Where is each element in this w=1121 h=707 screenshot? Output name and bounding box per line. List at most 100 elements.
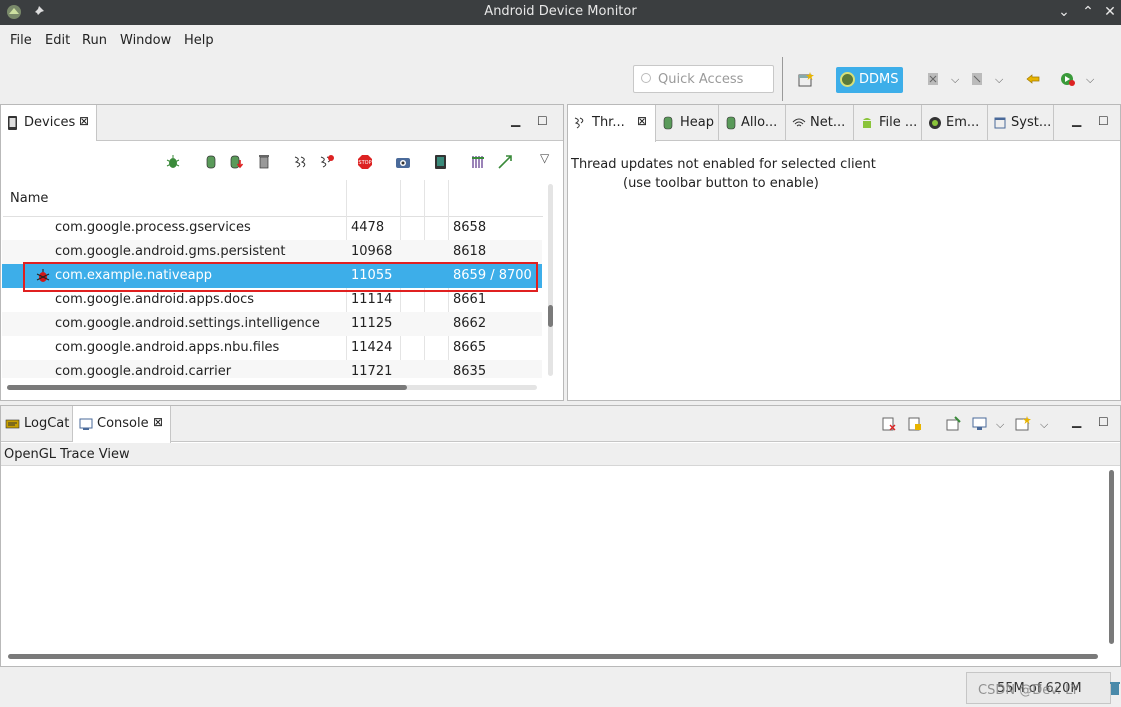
systrace-icon[interactable] (471, 154, 487, 170)
allocation-icon (726, 116, 736, 130)
pin-console-icon[interactable] (945, 416, 961, 432)
threads-panel: Thr... ⊠ Heap Allo... Net... File ... Em… (567, 104, 1121, 401)
threads-icon (574, 117, 584, 129)
chevron-down-icon[interactable]: ⌵ (1086, 73, 1094, 87)
open-perspective-icon[interactable] (798, 72, 814, 88)
open-console-icon[interactable] (1015, 416, 1031, 432)
run-icon[interactable] (1060, 71, 1076, 87)
process-name: com.google.process.gservices (55, 220, 251, 235)
android-icon (863, 118, 871, 128)
tab-devices-label: Devices (24, 115, 76, 130)
table-row[interactable]: com.google.android.gms.persistent 10968 … (2, 240, 542, 264)
table-row[interactable]: com.google.android.apps.nbu.files 11424 … (2, 336, 542, 360)
main-toolbar: Quick Access DDMS ⌵ ⌵ ⌵ (0, 55, 1121, 103)
clear-console-icon[interactable] (881, 416, 897, 432)
tab-emulator-control[interactable]: Em... (922, 105, 988, 141)
minimize-panel-icon[interactable]: ▁ (1072, 414, 1081, 428)
vertical-scrollbar-track[interactable] (548, 184, 553, 376)
menu-file[interactable]: File (10, 33, 32, 48)
maximize-panel-icon[interactable]: ☐ (1098, 114, 1109, 128)
cause-gc-icon[interactable] (256, 154, 272, 170)
system-info-icon (994, 117, 1006, 129)
console-icon (79, 418, 93, 430)
screen-capture-icon[interactable] (395, 154, 411, 170)
quick-access-input[interactable]: Quick Access (633, 65, 774, 93)
maximize-window-button[interactable]: ⌃ (1079, 3, 1097, 21)
process-port: 8665 (453, 340, 487, 355)
close-icon[interactable]: ⊠ (79, 114, 89, 128)
tab-console[interactable]: Console ⊠ (73, 406, 171, 443)
close-icon[interactable]: ⊠ (153, 415, 163, 429)
start-method-profiling-icon[interactable] (319, 154, 335, 170)
update-threads-icon[interactable] (293, 154, 309, 170)
maximize-panel-icon[interactable]: ☐ (537, 114, 548, 128)
chevron-down-icon[interactable]: ⌵ (951, 73, 959, 87)
menu-help[interactable]: Help (184, 33, 214, 48)
maximize-panel-icon[interactable]: ☐ (1098, 415, 1109, 429)
ddms-perspective-button[interactable]: DDMS (836, 67, 903, 93)
process-port: 8658 (453, 220, 487, 235)
debug-tool-icon[interactable] (926, 71, 942, 87)
tab-allocation[interactable]: Allo... (718, 105, 786, 141)
process-pid: 11721 (351, 364, 393, 378)
tab-label: Syst... (1011, 115, 1052, 130)
toolbar-separator (782, 57, 783, 101)
tab-label: Allo... (741, 115, 778, 130)
process-port: 8661 (453, 292, 487, 307)
console-title-bar: OpenGL Trace View (1, 443, 1120, 466)
window-title: Android Device Monitor (484, 4, 637, 19)
column-header-name: Name (10, 191, 49, 206)
quick-access-placeholder: Quick Access (658, 72, 744, 87)
minimize-window-button[interactable]: ⌄ (1055, 3, 1073, 21)
process-name: com.google.android.carrier (55, 364, 232, 378)
view-menu-icon[interactable]: ▽ (540, 151, 549, 165)
minimize-panel-icon[interactable]: ▁ (511, 113, 520, 127)
chevron-down-icon[interactable]: ⌵ (996, 418, 1004, 432)
display-console-icon[interactable] (972, 416, 988, 432)
dump-view-hierarchy-icon[interactable] (433, 154, 449, 170)
tab-network[interactable]: Net... (786, 105, 854, 141)
table-row[interactable]: com.google.android.settings.intelligence… (2, 312, 542, 336)
watermark: CSDN @Dev. LY (978, 683, 1079, 698)
close-icon[interactable]: ⊠ (637, 114, 647, 128)
search-icon (641, 73, 651, 83)
ddms-label: DDMS (859, 72, 899, 87)
logcat-icon (5, 419, 20, 429)
horizontal-scrollbar[interactable] (8, 654, 1098, 659)
dump-hprof-icon[interactable] (229, 154, 245, 170)
tab-system-information[interactable]: Syst... (988, 105, 1054, 141)
opengl-trace-icon[interactable] (497, 154, 513, 170)
debug-tool-2-icon[interactable] (970, 71, 986, 87)
process-port: 8618 (453, 244, 487, 259)
update-heap-icon[interactable] (203, 154, 219, 170)
table-row[interactable]: com.google.process.gservices 4478 8658 (2, 216, 542, 240)
vertical-scrollbar[interactable] (1109, 470, 1114, 644)
tab-label: LogCat (24, 416, 70, 431)
devices-tab-row: Devices ⊠ ▁ ☐ (1, 105, 563, 142)
status-bar: 55M of 620M (0, 668, 1121, 707)
scroll-lock-icon[interactable] (907, 416, 923, 432)
vertical-scrollbar[interactable] (548, 305, 553, 327)
menu-run[interactable]: Run (82, 33, 107, 48)
menu-edit[interactable]: Edit (45, 33, 70, 48)
menu-window[interactable]: Window (120, 33, 171, 48)
process-pid: 10968 (351, 244, 393, 259)
device-icon (8, 116, 17, 130)
console-panel: LogCat Console ⊠ ⌵ ⌵ ▁ ☐ OpenGL Trace Vi… (0, 405, 1121, 667)
minimize-panel-icon[interactable]: ▁ (1072, 113, 1081, 127)
tab-label: File ... (879, 115, 918, 130)
tab-file-explorer[interactable]: File ... (854, 105, 922, 141)
back-arrow-icon[interactable] (1025, 71, 1041, 87)
table-row[interactable]: com.google.android.carrier 11721 8635 (2, 360, 542, 378)
tab-label: Console (97, 416, 149, 431)
chevron-down-icon[interactable]: ⌵ (995, 73, 1003, 87)
horizontal-scrollbar[interactable] (7, 385, 407, 390)
tab-devices[interactable]: Devices ⊠ (1, 105, 97, 142)
tab-threads[interactable]: Thr... ⊠ (568, 105, 656, 142)
close-window-button[interactable]: ✕ (1101, 3, 1119, 21)
trash-icon[interactable] (1109, 680, 1121, 696)
stop-process-icon[interactable]: STOP (357, 154, 373, 170)
debug-process-icon[interactable] (165, 154, 181, 170)
chevron-down-icon[interactable]: ⌵ (1040, 418, 1048, 432)
tab-logcat[interactable]: LogCat (1, 406, 73, 442)
